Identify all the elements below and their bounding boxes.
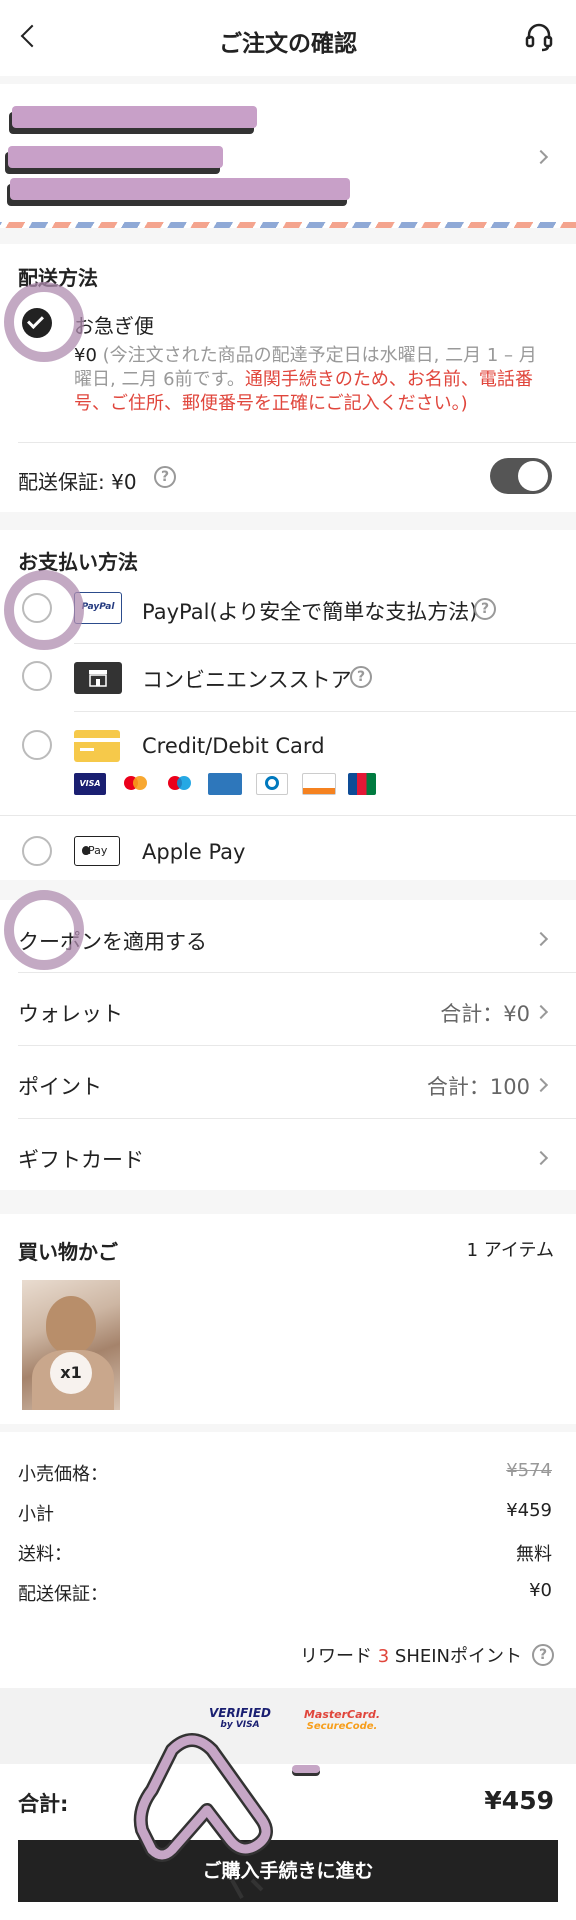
reward-points-line: リワード 3 SHEINポイント	[300, 1642, 522, 1668]
chevron-right-icon[interactable]	[533, 1004, 549, 1020]
shipping-option-label: お急ぎ便	[74, 314, 154, 338]
wallet-value: 合計：¥0	[440, 1002, 530, 1026]
applepay-logo-text: Pay	[88, 844, 108, 857]
divider	[18, 1045, 576, 1046]
extras-section: クーポンを適用する ウォレット 合計：¥0 ポイント 合計：100 ギフトカード	[0, 900, 576, 1190]
total-label: 合計:	[18, 1792, 69, 1816]
points-label[interactable]: ポイント	[18, 1071, 102, 1101]
address-card[interactable]	[0, 84, 576, 228]
giftcard-label[interactable]: ギフトカード	[18, 1144, 144, 1174]
wallet-label[interactable]: ウォレット	[18, 998, 123, 1028]
jcb-logo	[348, 773, 376, 795]
cart-heading: 買い物かご	[18, 1240, 118, 1264]
divider	[74, 711, 576, 712]
redaction-mark	[12, 106, 257, 128]
pointer-hand-icon	[112, 1710, 322, 1910]
product-figure	[46, 1296, 96, 1354]
annotation-circle	[4, 282, 84, 362]
help-icon[interactable]: ?	[474, 598, 496, 620]
applepay-label[interactable]: Apple Pay	[142, 840, 245, 864]
discover-bar	[303, 788, 335, 794]
divider	[18, 972, 576, 973]
maestro-circle-blue	[177, 776, 191, 790]
shipping-section: 配送方法 お急ぎ便 ¥0 (今注文された商品の配達予定日は水曜日, 二月 1 –…	[0, 244, 576, 512]
help-icon[interactable]: ?	[532, 1644, 554, 1666]
annotation-circle	[4, 890, 84, 970]
conbini-radio[interactable]	[22, 661, 52, 691]
chevron-right-icon[interactable]	[533, 1077, 549, 1093]
payment-section: お支払い方法 PayPal PayPal(より安全で簡単な支払方法) ? コンビ…	[0, 530, 576, 880]
mastercard-logo	[122, 773, 150, 795]
toggle-knob	[518, 461, 548, 491]
card-radio[interactable]	[22, 730, 52, 760]
cart-item-count: 1 アイテム	[466, 1240, 554, 1261]
subtotal-label: 小計	[18, 1504, 54, 1525]
diners-circle	[265, 776, 279, 790]
retail-price-value: ¥574	[506, 1460, 552, 1481]
divider	[18, 442, 576, 443]
chevron-right-icon	[533, 149, 549, 165]
reward-suffix: SHEINポイント	[394, 1646, 522, 1667]
chevron-right-icon[interactable]	[533, 931, 549, 947]
annotation-circle	[4, 570, 84, 650]
store-icon	[74, 662, 122, 694]
card-chip	[80, 748, 94, 751]
reward-points-value: 3	[377, 1646, 390, 1667]
divider	[18, 1118, 576, 1119]
help-icon[interactable]: ?	[154, 466, 176, 488]
amex-logo	[208, 773, 242, 795]
card-brands: VISA	[74, 773, 394, 797]
guarantee-fee-label: 配送保証：	[18, 1584, 108, 1605]
card-label[interactable]: Credit/Debit Card	[142, 734, 325, 758]
shipping-guarantee-label: 配送保証: ¥0	[18, 470, 137, 494]
conbini-label[interactable]: コンビニエンスストア	[142, 664, 352, 694]
summary-section: 小売価格： ¥574 小計 ¥459 送料： 無料 配送保証： ¥0 リワード …	[0, 1432, 576, 1688]
mc-circle-orange	[133, 776, 147, 790]
card-stripe	[74, 738, 120, 742]
chevron-right-icon[interactable]	[533, 1150, 549, 1166]
diners-logo	[256, 773, 288, 795]
quantity-badge: x1	[50, 1352, 92, 1394]
reward-prefix: リワード	[299, 1646, 372, 1667]
product-thumbnail[interactable]: x1	[22, 1280, 120, 1410]
shipping-fee-value: 無料	[516, 1544, 552, 1565]
cart-section: 買い物かご 1 アイテム x1	[0, 1214, 576, 1424]
divider	[74, 643, 576, 644]
redaction-mark	[10, 178, 350, 200]
credit-card-icon	[74, 730, 120, 762]
shipping-guarantee-toggle[interactable]	[490, 458, 552, 494]
total-value: ¥459	[484, 1786, 554, 1815]
applepay-radio[interactable]	[22, 836, 52, 866]
maestro-logo	[166, 773, 194, 795]
redaction-mark	[8, 146, 223, 168]
visa-logo: VISA	[74, 773, 106, 795]
guarantee-fee-value: ¥0	[529, 1580, 552, 1601]
discover-logo	[302, 773, 336, 795]
airmail-border	[0, 222, 576, 228]
retail-price-label: 小売価格：	[18, 1464, 108, 1485]
divider	[0, 815, 576, 816]
page-title: ご注文の確認	[219, 31, 357, 57]
subtotal-value: ¥459	[506, 1500, 552, 1521]
shipping-fee-label: 送料：	[18, 1544, 72, 1565]
quantity-badge-text: x1	[60, 1363, 82, 1382]
headset-icon[interactable]	[524, 22, 554, 52]
help-icon[interactable]: ?	[350, 666, 372, 688]
applepay-logo-icon: Pay	[74, 836, 120, 866]
top-bar: ご注文の確認	[0, 0, 576, 76]
paypal-label[interactable]: PayPal(より安全で簡単な支払方法)	[142, 596, 477, 626]
shipping-description: ¥0 (今注文された商品の配達予定日は水曜日, 二月 1 – 月曜日, 二月 6…	[74, 344, 554, 416]
shipping-price: ¥0	[74, 345, 97, 366]
points-value: 合計：100	[426, 1075, 530, 1099]
